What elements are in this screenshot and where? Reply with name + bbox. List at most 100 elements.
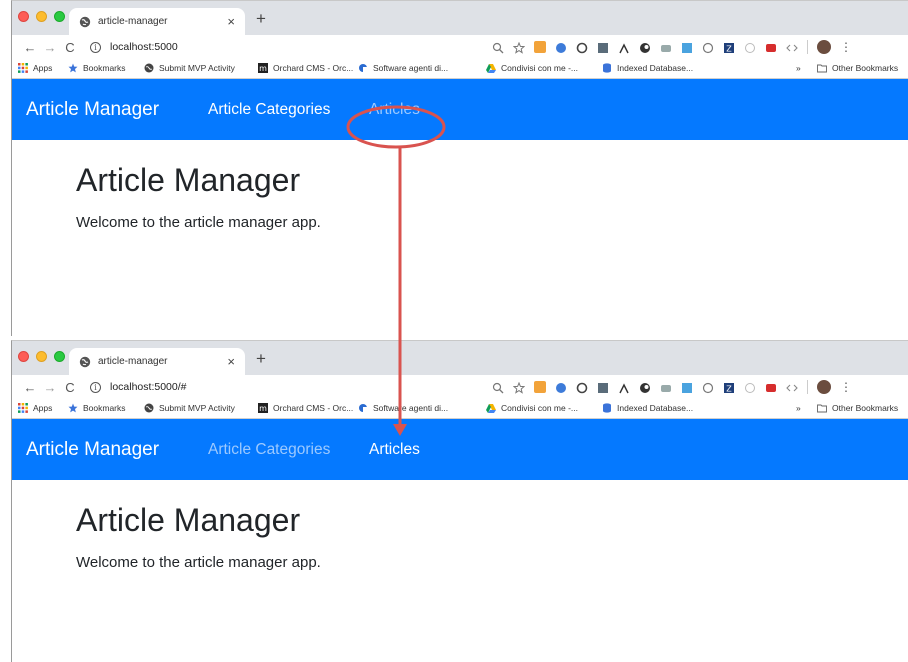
close-window-button[interactable] bbox=[18, 351, 29, 362]
extension-icon[interactable] bbox=[681, 381, 693, 393]
zoom-icon[interactable] bbox=[492, 381, 504, 394]
tab-title: article-manager bbox=[98, 16, 168, 27]
extension-icon[interactable] bbox=[555, 41, 567, 53]
bookmark-software[interactable]: Software agenti di... bbox=[358, 403, 448, 413]
bookmark-apps[interactable]: Apps bbox=[18, 63, 52, 73]
bookmark-label: Condivisi con me -... bbox=[501, 403, 578, 413]
star-icon[interactable] bbox=[512, 41, 526, 54]
screenshot-before: article-manager × + ← → C i localhost:50… bbox=[11, 0, 908, 336]
extension-icons: Z ⋮ bbox=[492, 40, 852, 54]
navbar-brand[interactable]: Article Manager bbox=[26, 439, 159, 461]
extension-icon[interactable]: Z bbox=[723, 381, 735, 394]
new-tab-button[interactable]: + bbox=[256, 350, 266, 367]
extension-icon[interactable] bbox=[555, 381, 567, 393]
apps-grid-icon bbox=[18, 403, 28, 413]
nav-link-article-categories[interactable]: Article Categories bbox=[208, 101, 330, 119]
url-text[interactable]: localhost:5000 bbox=[110, 41, 178, 53]
nav-link-articles[interactable]: Articles bbox=[369, 101, 420, 119]
bookmark-bookmarks[interactable]: Bookmarks bbox=[68, 63, 126, 73]
extension-icon[interactable] bbox=[618, 41, 630, 54]
minimize-window-button[interactable] bbox=[36, 351, 47, 362]
address-bar[interactable]: i localhost:5000 bbox=[90, 41, 178, 53]
star-icon[interactable] bbox=[512, 381, 526, 394]
bookmark-software[interactable]: Software agenti di... bbox=[358, 63, 448, 73]
bookmark-submit-mvp[interactable]: Submit MVP Activity bbox=[144, 403, 235, 413]
zoom-window-button[interactable] bbox=[54, 11, 65, 22]
menu-dots-icon[interactable]: ⋮ bbox=[840, 41, 852, 53]
extension-icon[interactable] bbox=[639, 41, 651, 53]
extension-icon[interactable] bbox=[744, 41, 756, 53]
browser-tab[interactable]: article-manager × bbox=[69, 8, 245, 35]
bookmark-indexed[interactable]: Indexed Database... bbox=[602, 63, 693, 73]
bookmark-apps[interactable]: Apps bbox=[18, 403, 52, 413]
software-icon bbox=[358, 63, 368, 73]
extension-icon[interactable] bbox=[681, 41, 693, 53]
info-icon[interactable]: i bbox=[90, 41, 101, 53]
bookmark-label: Software agenti di... bbox=[373, 403, 449, 413]
address-bar[interactable]: i localhost:5000/# bbox=[90, 381, 186, 393]
browser-tab[interactable]: article-manager × bbox=[69, 348, 245, 375]
extension-icon[interactable] bbox=[534, 381, 546, 393]
extension-icon[interactable] bbox=[765, 381, 777, 393]
nav-link-articles[interactable]: Articles bbox=[369, 441, 420, 459]
bookmark-label: Indexed Database... bbox=[617, 403, 694, 413]
bookmark-condivisi[interactable]: Condivisi con me -... bbox=[486, 63, 578, 73]
bookmark-label: Indexed Database... bbox=[617, 63, 694, 73]
bookmark-bookmarks[interactable]: Bookmarks bbox=[68, 403, 126, 413]
bookmark-label: Apps bbox=[33, 403, 53, 413]
extension-icon[interactable] bbox=[597, 41, 609, 53]
forward-arrow-icon[interactable]: → bbox=[40, 381, 60, 394]
drive-icon bbox=[486, 403, 496, 413]
close-window-button[interactable] bbox=[18, 11, 29, 22]
extension-icon[interactable] bbox=[702, 41, 714, 54]
url-text[interactable]: localhost:5000/# bbox=[110, 381, 186, 393]
tab-strip: article-manager × + bbox=[12, 1, 908, 35]
bookmark-orchard[interactable]: m Orchard CMS - Orc... bbox=[258, 63, 353, 73]
new-tab-button[interactable]: + bbox=[256, 10, 266, 27]
back-arrow-icon[interactable]: ← bbox=[20, 381, 40, 394]
reload-icon[interactable]: C bbox=[60, 41, 80, 54]
screenshot-after: article-manager × + ← → C i localhost:50… bbox=[11, 340, 908, 662]
tab-close-icon[interactable]: × bbox=[227, 355, 235, 368]
extension-icon[interactable] bbox=[660, 381, 672, 393]
bookmark-indexed[interactable]: Indexed Database... bbox=[602, 403, 693, 413]
bookmark-submit-mvp[interactable]: Submit MVP Activity bbox=[144, 63, 235, 73]
extension-icon[interactable] bbox=[765, 41, 777, 53]
extension-icon[interactable] bbox=[639, 381, 651, 393]
bookmark-condivisi[interactable]: Condivisi con me -... bbox=[486, 403, 578, 413]
reload-icon[interactable]: C bbox=[60, 381, 80, 394]
extension-icon[interactable] bbox=[597, 381, 609, 393]
bookmark-other[interactable]: Other Bookmarks bbox=[817, 63, 898, 73]
extension-icon[interactable] bbox=[618, 381, 630, 394]
extension-icon[interactable]: Z bbox=[723, 41, 735, 54]
extension-icon[interactable] bbox=[786, 41, 798, 53]
extension-icon[interactable] bbox=[576, 41, 588, 54]
bookmarks-overflow[interactable]: » bbox=[796, 63, 801, 73]
nav-link-article-categories[interactable]: Article Categories bbox=[208, 441, 330, 459]
extension-icon[interactable] bbox=[660, 41, 672, 53]
bookmark-label: Apps bbox=[33, 63, 53, 73]
back-arrow-icon[interactable]: ← bbox=[20, 41, 40, 54]
extension-icon[interactable] bbox=[744, 381, 756, 393]
bookmark-label: Submit MVP Activity bbox=[159, 403, 235, 413]
extension-icon[interactable] bbox=[786, 381, 798, 393]
navbar-brand[interactable]: Article Manager bbox=[26, 99, 159, 121]
menu-dots-icon[interactable]: ⋮ bbox=[840, 381, 852, 393]
bookmark-other[interactable]: Other Bookmarks bbox=[817, 403, 898, 413]
svg-text:Z: Z bbox=[726, 45, 732, 54]
info-icon[interactable]: i bbox=[90, 381, 101, 393]
tab-close-icon[interactable]: × bbox=[227, 15, 235, 28]
app-navbar: Article Manager Article Categories Artic… bbox=[12, 419, 908, 480]
bookmark-orchard[interactable]: m Orchard CMS - Orc... bbox=[258, 403, 353, 413]
profile-avatar[interactable] bbox=[817, 40, 831, 54]
profile-avatar[interactable] bbox=[817, 380, 831, 394]
zoom-icon[interactable] bbox=[492, 41, 504, 54]
welcome-text: Welcome to the article manager app. bbox=[76, 214, 321, 231]
zoom-window-button[interactable] bbox=[54, 351, 65, 362]
minimize-window-button[interactable] bbox=[36, 11, 47, 22]
extension-icon[interactable] bbox=[576, 381, 588, 394]
extension-icon[interactable] bbox=[702, 381, 714, 394]
extension-icon[interactable] bbox=[534, 41, 546, 53]
forward-arrow-icon[interactable]: → bbox=[40, 41, 60, 54]
bookmarks-overflow[interactable]: » bbox=[796, 403, 801, 413]
